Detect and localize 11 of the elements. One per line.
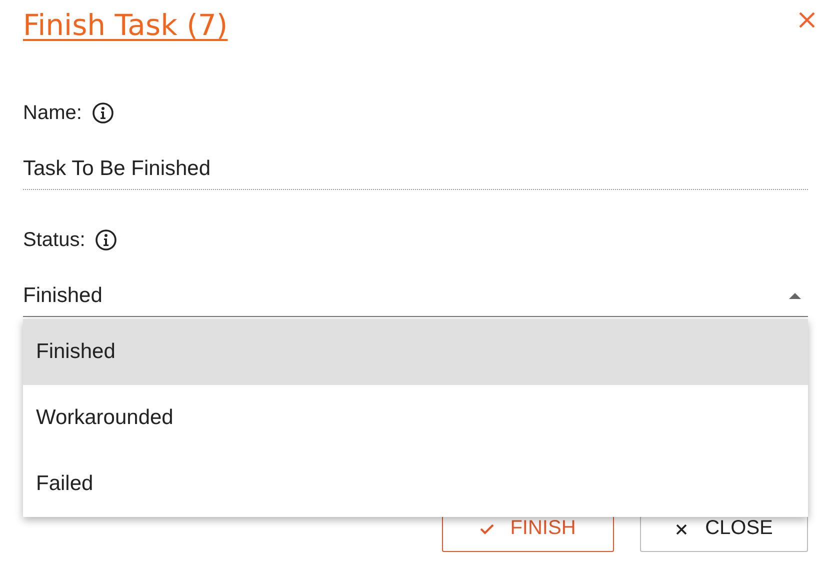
info-icon[interactable] [95,229,118,251]
text-field[interactable]: Task To Be Finished [23,138,808,190]
menu-option[interactable]: Finished [23,319,808,385]
field-label: Status: [23,228,86,252]
check-icon [480,522,494,534]
close-icon [675,522,690,534]
info-icon[interactable] [92,102,114,124]
field-label: Name: [23,102,82,124]
select-field[interactable]: Finished [23,265,808,317]
menu-option[interactable]: Workarounded [23,385,808,451]
close-icon[interactable] [798,11,816,29]
